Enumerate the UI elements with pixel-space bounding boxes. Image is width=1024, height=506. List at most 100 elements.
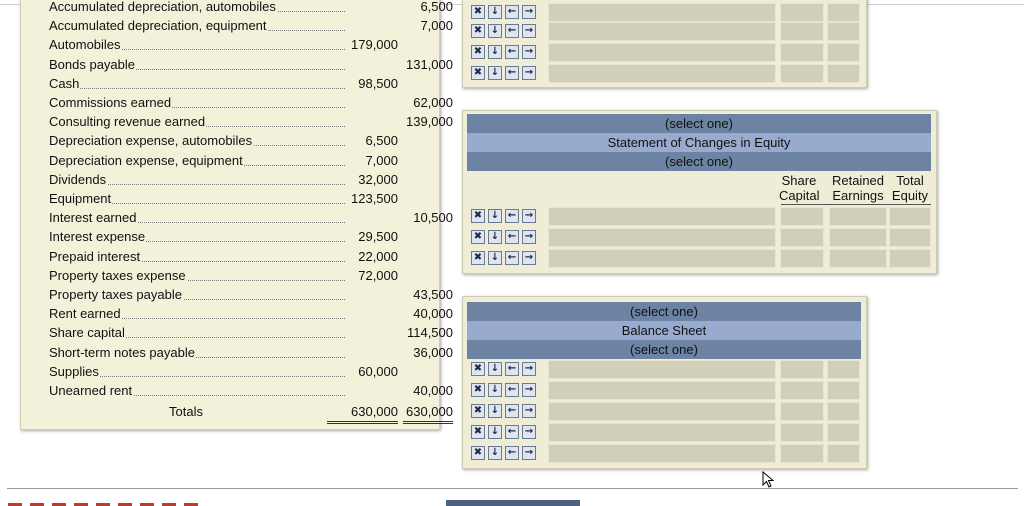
account-name: Cash	[49, 74, 345, 93]
equity-period-select[interactable]: (select one)	[467, 114, 931, 133]
account-input[interactable]	[548, 249, 776, 268]
account-input[interactable]	[548, 3, 776, 22]
equity-date-select[interactable]: (select one)	[467, 152, 931, 171]
indent-icon[interactable]: →	[522, 230, 536, 244]
amount-input[interactable]	[780, 3, 824, 22]
indent-icon[interactable]: →	[522, 362, 536, 376]
delete-row-icon[interactable]: ✖	[471, 425, 485, 439]
account-input[interactable]	[548, 64, 776, 83]
amount-input[interactable]	[829, 228, 887, 247]
insert-row-icon[interactable]: ↓	[488, 66, 502, 80]
amount-input[interactable]	[780, 64, 824, 83]
outdent-icon[interactable]: ←	[505, 425, 519, 439]
indent-icon[interactable]: →	[522, 24, 536, 38]
outdent-icon[interactable]: ←	[505, 5, 519, 19]
amount-input[interactable]	[829, 249, 887, 268]
amount-input[interactable]	[780, 423, 824, 442]
amount-input[interactable]	[827, 423, 860, 442]
account-input[interactable]	[548, 228, 776, 247]
amount-input[interactable]	[780, 22, 824, 41]
amount-input[interactable]	[780, 228, 824, 247]
amount-input[interactable]	[780, 43, 824, 62]
outdent-icon[interactable]: ←	[505, 24, 519, 38]
amount-input[interactable]	[889, 249, 931, 268]
outdent-icon[interactable]: ←	[505, 404, 519, 418]
delete-row-icon[interactable]: ✖	[471, 446, 485, 460]
account-name: Automobiles	[49, 35, 345, 54]
insert-row-icon[interactable]: ↓	[488, 362, 502, 376]
delete-row-icon[interactable]: ✖	[471, 45, 485, 59]
insert-row-icon[interactable]: ↓	[488, 446, 502, 460]
indent-icon[interactable]: →	[522, 66, 536, 80]
indent-icon[interactable]: →	[522, 5, 536, 19]
amount-input[interactable]	[827, 22, 860, 41]
amount-input[interactable]	[827, 360, 860, 379]
insert-row-icon[interactable]: ↓	[488, 404, 502, 418]
equity-statement-title: Statement of Changes in Equity	[467, 133, 931, 152]
account-input[interactable]	[548, 444, 776, 463]
delete-row-icon[interactable]: ✖	[471, 66, 485, 80]
insert-row-icon[interactable]: ↓	[488, 425, 502, 439]
delete-row-icon[interactable]: ✖	[471, 24, 485, 38]
insert-row-icon[interactable]: ↓	[488, 5, 502, 19]
amount-input[interactable]	[780, 402, 824, 421]
delete-row-icon[interactable]: ✖	[471, 209, 485, 223]
indent-icon[interactable]: →	[522, 209, 536, 223]
amount-input[interactable]	[780, 249, 824, 268]
account-input[interactable]	[548, 381, 776, 400]
amount-input[interactable]	[780, 381, 824, 400]
account-input[interactable]	[548, 423, 776, 442]
account-input[interactable]	[548, 207, 776, 226]
outdent-icon[interactable]: ←	[505, 66, 519, 80]
outdent-icon[interactable]: ←	[505, 251, 519, 265]
table-row: Depreciation expense, equipment 7,000	[21, 151, 439, 170]
amount-input[interactable]	[827, 3, 860, 22]
outdent-icon[interactable]: ←	[505, 45, 519, 59]
amount-input[interactable]	[827, 402, 860, 421]
outdent-icon[interactable]: ←	[505, 383, 519, 397]
account-input[interactable]	[548, 43, 776, 62]
amount-input[interactable]	[827, 43, 860, 62]
delete-row-icon[interactable]: ✖	[471, 230, 485, 244]
outdent-icon[interactable]: ←	[505, 446, 519, 460]
amount-input[interactable]	[780, 207, 824, 226]
indent-icon[interactable]: →	[522, 45, 536, 59]
indent-icon[interactable]: →	[522, 425, 536, 439]
indent-icon[interactable]: →	[522, 446, 536, 460]
insert-row-icon[interactable]: ↓	[488, 209, 502, 223]
outdent-icon[interactable]: ←	[505, 362, 519, 376]
totals-row: Totals 630,000 630,000	[21, 402, 453, 425]
delete-row-icon[interactable]: ✖	[471, 5, 485, 19]
account-input[interactable]	[548, 360, 776, 379]
amount-input[interactable]	[827, 444, 860, 463]
amount-input[interactable]	[780, 444, 824, 463]
delete-row-icon[interactable]: ✖	[471, 251, 485, 265]
amount-input[interactable]	[889, 207, 931, 226]
insert-row-icon[interactable]: ↓	[488, 45, 502, 59]
indent-icon[interactable]: →	[522, 251, 536, 265]
account-input[interactable]	[548, 402, 776, 421]
balance-sheet-date-select[interactable]: (select one)	[467, 340, 861, 359]
insert-row-icon[interactable]: ↓	[488, 383, 502, 397]
bottom-button-stub[interactable]	[446, 500, 580, 506]
amount-input[interactable]	[780, 360, 824, 379]
amount-input[interactable]	[827, 381, 860, 400]
delete-row-icon[interactable]: ✖	[471, 362, 485, 376]
indent-icon[interactable]: →	[522, 404, 536, 418]
outdent-icon[interactable]: ←	[505, 230, 519, 244]
account-input[interactable]	[548, 22, 776, 41]
amount-input[interactable]	[889, 228, 931, 247]
amount-input[interactable]	[827, 64, 860, 83]
account-label: Consulting revenue earned	[49, 114, 207, 130]
outdent-icon[interactable]: ←	[505, 209, 519, 223]
insert-row-icon[interactable]: ↓	[488, 24, 502, 38]
account-name: Property taxes payable	[49, 285, 345, 304]
balance-sheet-company-select[interactable]: (select one)	[467, 302, 861, 321]
account-label: Automobiles	[49, 37, 122, 53]
amount-input[interactable]	[829, 207, 887, 226]
delete-row-icon[interactable]: ✖	[471, 404, 485, 418]
delete-row-icon[interactable]: ✖	[471, 383, 485, 397]
insert-row-icon[interactable]: ↓	[488, 251, 502, 265]
indent-icon[interactable]: →	[522, 383, 536, 397]
insert-row-icon[interactable]: ↓	[488, 230, 502, 244]
